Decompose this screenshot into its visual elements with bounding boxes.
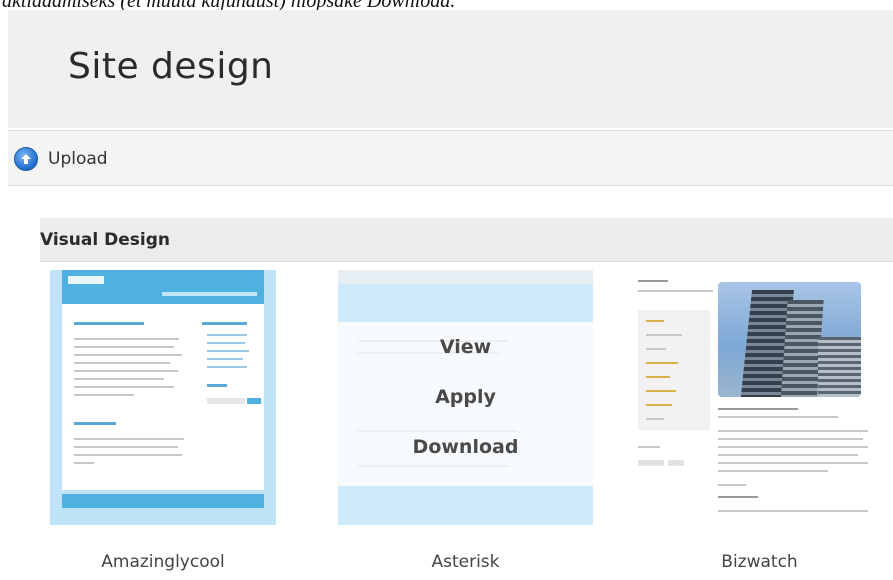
page-title: Site design xyxy=(68,46,274,87)
thumbnail-nav xyxy=(162,292,257,296)
upload-label: Upload xyxy=(48,149,108,169)
section-title: Visual Design xyxy=(40,230,170,250)
theme-thumbnail-asterisk[interactable]: View Apply Download xyxy=(338,270,593,525)
thumbnail-footer xyxy=(338,486,593,525)
thumbnail-header xyxy=(62,270,264,304)
theme-thumbnail-amazinglycool[interactable] xyxy=(50,270,276,525)
theme-thumbnail-bizwatch[interactable] xyxy=(626,270,893,525)
thumbnail-header xyxy=(338,270,593,322)
upload-arrow-circle-icon xyxy=(14,147,38,171)
toolbar: Upload xyxy=(8,130,893,186)
theme-name-asterisk: Asterisk xyxy=(431,552,500,572)
theme-name-amazinglycool: Amazinglycool xyxy=(101,552,225,572)
thumbnail-logo xyxy=(68,276,104,284)
upload-button[interactable]: Upload xyxy=(14,144,108,174)
apply-theme-button[interactable]: Apply xyxy=(338,386,593,408)
view-theme-button[interactable]: View xyxy=(338,336,593,358)
download-theme-button[interactable]: Download xyxy=(338,436,593,458)
thumbnail-sidebar xyxy=(638,310,710,430)
thumbnail-body xyxy=(62,304,264,490)
thumbnail-building-photo xyxy=(718,282,861,397)
page-header: Site design xyxy=(8,10,893,128)
thumbnail-footer xyxy=(62,494,264,508)
visual-design-section: Visual Design Amazinglycool View Apply D… xyxy=(40,218,893,580)
section-header: Visual Design xyxy=(40,218,893,262)
theme-name-bizwatch: Bizwatch xyxy=(721,552,798,572)
